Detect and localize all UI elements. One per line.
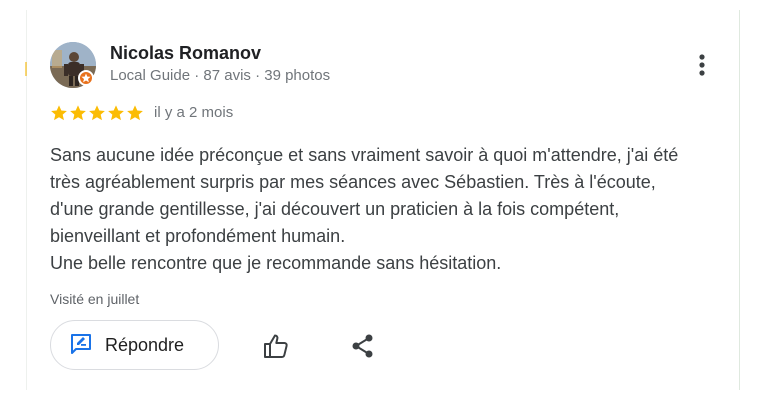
more-options-icon[interactable] — [692, 52, 712, 78]
review-line: très agréablement surpris par mes séance… — [50, 172, 656, 192]
reviewer-meta: Local Guide · 87 avis · 39 photos — [110, 67, 331, 84]
review-line: Sans aucune idée préconçue et sans vraim… — [50, 145, 679, 165]
avatar[interactable] — [50, 42, 96, 88]
review-line: bienveillant et profondément humain. — [50, 226, 346, 246]
reply-label: Répondre — [105, 334, 185, 355]
star-icon — [70, 105, 86, 121]
share-icon[interactable] — [350, 333, 376, 359]
reply-button[interactable]: Répondre — [50, 320, 219, 370]
reply-edit-icon — [69, 331, 93, 360]
star-icon — [127, 105, 143, 121]
local-guide-badge-icon — [78, 70, 94, 86]
thumb-up-icon[interactable] — [262, 332, 290, 360]
reviewer-name[interactable]: Nicolas Romanov — [110, 43, 261, 64]
star-icon — [89, 105, 105, 121]
star-rating — [50, 104, 144, 122]
review-date: il y a 2 mois — [154, 104, 234, 121]
review-line: Une belle rencontre que je recommande sa… — [50, 253, 502, 273]
star-icon — [51, 105, 67, 121]
review-line: d'une grande gentillesse, j'ai découvert… — [50, 199, 620, 219]
visit-date: Visité en juillet — [50, 291, 140, 307]
star-icon — [108, 105, 124, 121]
edge-highlight — [25, 62, 27, 76]
review-text: Sans aucune idée préconçue et sans vraim… — [50, 142, 740, 277]
